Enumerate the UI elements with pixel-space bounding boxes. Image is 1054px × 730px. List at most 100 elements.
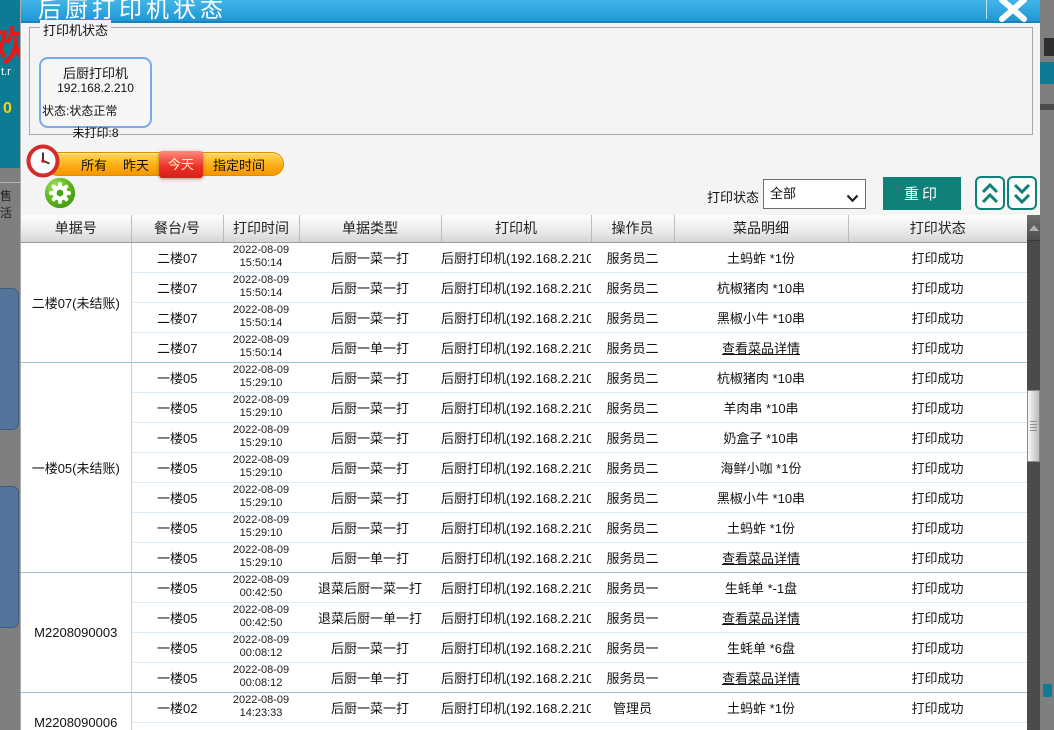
filter-item[interactable]: 所有: [73, 155, 115, 174]
table-row[interactable]: 一楼052022-08-0915:29:10后厨一菜一打后厨打印机(192.16…: [21, 452, 1027, 482]
print-status-cell: 打印成功: [848, 272, 1027, 302]
dish-detail-cell: 土蚂蚱 *1份: [674, 242, 848, 272]
scrollbar-thumb[interactable]: [1027, 390, 1040, 462]
gear-icon[interactable]: [43, 176, 77, 210]
table-row[interactable]: M2208090006一楼022022-08-0914:23:33后厨一菜一打后…: [21, 692, 1027, 722]
table-row[interactable]: 一楼052022-08-0900:08:12后厨一菜一打后厨打印机(192.16…: [21, 632, 1027, 662]
printer-card[interactable]: 后厨打印机 192.168.2.210 状态:状态正常 未打印:8: [39, 57, 152, 128]
close-icon[interactable]: [993, 0, 1033, 23]
table-row[interactable]: 一楼052022-08-0915:29:10后厨一菜一打后厨打印机(192.16…: [21, 422, 1027, 452]
dish-detail-link-cell[interactable]: 查看菜品详情: [674, 332, 848, 362]
table-row[interactable]: 一楼052022-08-0915:29:10后厨一单一打后厨打印机(192.16…: [21, 542, 1027, 572]
dish-detail-cell: 生蚝单 *-1盘: [674, 572, 848, 602]
printer-cell: 后厨打印机(192.168.2.210): [441, 272, 591, 302]
operator-cell: [591, 722, 674, 730]
column-header: 餐台/号: [131, 215, 223, 242]
dish-detail-cell: 生蚝单 *6盘: [674, 632, 848, 662]
table-no-cell: 一楼05: [131, 392, 223, 422]
print-time-cell: 2022-08-0915:29:10: [223, 392, 299, 422]
scroll-up-icon[interactable]: [1027, 215, 1040, 241]
operator-cell: 服务员二: [591, 362, 674, 392]
print-status-cell: 打印成功: [848, 572, 1027, 602]
order-no-cell: 一楼05(未结账): [21, 362, 131, 572]
print-time-cell: 2022-08-0915:29:10: [223, 482, 299, 512]
table-row[interactable]: M2208090003一楼052022-08-0900:42:50退菜后厨一菜一…: [21, 572, 1027, 602]
table-row[interactable]: 二楼072022-08-0915:50:14后厨一菜一打后厨打印机(192.16…: [21, 272, 1027, 302]
background-number: 0: [3, 100, 12, 118]
dish-detail-cell: 奶盒子 *10串: [674, 422, 848, 452]
column-header: 单据号: [21, 215, 131, 242]
background-small-icon: [1043, 684, 1052, 697]
operator-cell: 服务员二: [591, 482, 674, 512]
table-row[interactable]: 一楼052022-08-0900:42:50退菜后厨一单一打后厨打印机(192.…: [21, 602, 1027, 632]
table-no-cell: 二楼07: [131, 302, 223, 332]
operator-cell: 服务员二: [591, 512, 674, 542]
table-no-cell: 一楼05: [131, 482, 223, 512]
printer-cell: 后厨打印机(192.168.2.210): [441, 482, 591, 512]
reprint-button[interactable]: 重印: [883, 177, 961, 210]
table-no-cell: 一楼05: [131, 422, 223, 452]
print-time-cell: 2022-08-0915:50:14: [223, 332, 299, 362]
doc-type-cell: 后厨一菜一打: [299, 422, 441, 452]
print-status-select[interactable]: 全部: [763, 179, 866, 209]
print-status-cell: 打印成功: [848, 362, 1027, 392]
table-row[interactable]: 一楼05(未结账)一楼052022-08-0915:29:10后厨一菜一打后厨打…: [21, 362, 1027, 392]
doc-type-cell: 后厨一单一打: [299, 542, 441, 572]
dish-detail-cell: 黑椒小牛 *10串: [674, 302, 848, 332]
table-no-cell: 一楼02: [131, 692, 223, 722]
background-table-button: [0, 486, 19, 628]
table-no-cell: 一楼05: [131, 512, 223, 542]
dish-detail-link-cell[interactable]: 查看菜品详情: [674, 662, 848, 692]
dish-detail-link[interactable]: 查看菜品详情: [722, 341, 800, 356]
table-no-cell: 一楼05: [131, 542, 223, 572]
filter-item[interactable]: 指定时间: [205, 155, 273, 174]
doc-type-cell: 后厨一菜一打: [299, 242, 441, 272]
operator-cell: 服务员二: [591, 392, 674, 422]
filter-item[interactable]: 昨天: [115, 155, 157, 174]
dish-detail-cell: 土蚂蚱 *1份: [674, 692, 848, 722]
column-header: 单据类型: [299, 215, 441, 242]
printer-cell: [441, 722, 591, 730]
table-row[interactable]: 一楼052022-08-0900:08:12后厨一单一打后厨打印机(192.16…: [21, 662, 1027, 692]
double-chevron-up-icon[interactable]: [975, 176, 1005, 210]
kitchen-printer-status-dialog: 后厨打印机状态 打印机状态 后厨打印机 192.168.2.210 状态:状态正…: [20, 0, 1040, 730]
table-no-cell: 二楼07: [131, 332, 223, 362]
print-status-cell: 打印成功: [848, 482, 1027, 512]
print-status-cell: 打印成功: [848, 692, 1027, 722]
dish-detail-link[interactable]: 查看菜品详情: [722, 611, 800, 626]
table-row[interactable]: 2022-08-09: [21, 722, 1027, 730]
doc-type-cell: 后厨一菜一打: [299, 302, 441, 332]
double-chevron-down-icon[interactable]: [1007, 176, 1037, 210]
dish-detail-link[interactable]: 查看菜品详情: [722, 551, 800, 566]
filter-item-active[interactable]: 今天: [159, 151, 203, 178]
operator-cell: 服务员二: [591, 272, 674, 302]
dialog-titlebar: 后厨打印机状态: [21, 0, 1040, 23]
table-row[interactable]: 一楼052022-08-0915:29:10后厨一菜一打后厨打印机(192.16…: [21, 482, 1027, 512]
vertical-scrollbar[interactable]: [1027, 215, 1040, 730]
table-row[interactable]: 二楼072022-08-0915:50:14后厨一单一打后厨打印机(192.16…: [21, 332, 1027, 362]
column-header: 打印机: [441, 215, 591, 242]
print-time-cell: 2022-08-0914:23:33: [223, 692, 299, 722]
table-row[interactable]: 一楼052022-08-0915:29:10后厨一菜一打后厨打印机(192.16…: [21, 392, 1027, 422]
table-no-cell: 一楼05: [131, 452, 223, 482]
dish-detail-cell: 杭椒猪肉 *10串: [674, 272, 848, 302]
background-logo-char: 欢: [0, 14, 20, 72]
print-time-cell: 2022-08-0915:50:14: [223, 302, 299, 332]
operator-cell: 服务员二: [591, 242, 674, 272]
doc-type-cell: 后厨一单一打: [299, 332, 441, 362]
background-left-strip: 欢 t.r 0 售活: [0, 0, 20, 730]
background-divider: [0, 182, 20, 183]
print-status-cell: [848, 722, 1027, 730]
dish-detail-link[interactable]: 查看菜品详情: [722, 671, 800, 686]
dish-detail-link-cell[interactable]: 查看菜品详情: [674, 602, 848, 632]
table-row[interactable]: 一楼052022-08-0915:29:10后厨一菜一打后厨打印机(192.16…: [21, 512, 1027, 542]
table-row[interactable]: 二楼07(未结账)二楼072022-08-0915:50:14后厨一菜一打后厨打…: [21, 242, 1027, 272]
table-row[interactable]: 二楼072022-08-0915:50:14后厨一菜一打后厨打印机(192.16…: [21, 302, 1027, 332]
print-status-cell: 打印成功: [848, 542, 1027, 572]
dish-detail-link-cell[interactable]: 查看菜品详情: [674, 542, 848, 572]
print-time-cell: 2022-08-0900:42:50: [223, 602, 299, 632]
print-status-cell: 打印成功: [848, 332, 1027, 362]
date-filter-pill: 所有昨天今天指定时间: [46, 152, 284, 176]
print-time-cell: 2022-08-0900:08:12: [223, 662, 299, 692]
print-status-cell: 打印成功: [848, 602, 1027, 632]
